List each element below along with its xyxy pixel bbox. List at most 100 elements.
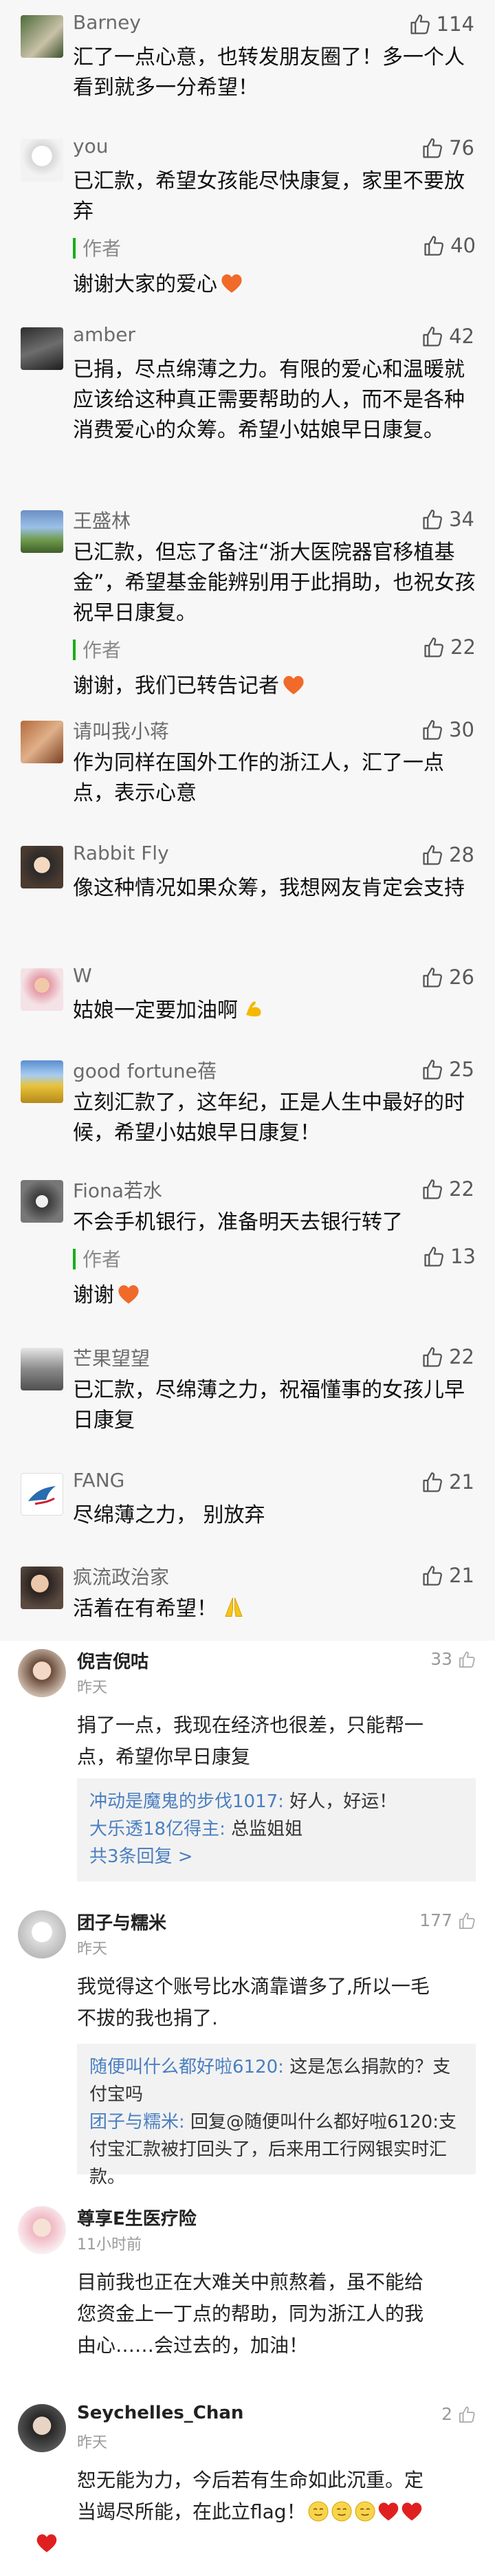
comment-time: 昨天 — [77, 1679, 108, 1696]
thumbs-up-icon — [423, 1245, 446, 1268]
thumbs-up-icon — [421, 507, 445, 531]
avatar[interactable] — [21, 968, 63, 1011]
commenter-name[interactable]: 尊享E生医疗险 — [77, 2205, 197, 2230]
avatar[interactable] — [21, 1348, 63, 1390]
avatar[interactable] — [21, 721, 63, 763]
like-button[interactable]: 33 — [430, 1649, 477, 1669]
comment-item: W 26 姑娘一定要加油啊 — [0, 963, 495, 1032]
avatar[interactable] — [21, 327, 63, 370]
like-button[interactable]: 42 — [421, 325, 474, 348]
reply-line[interactable]: 冲动是魔鬼的步伐1017: 好人，好运！ — [89, 1788, 463, 1815]
like-count: 40 — [450, 234, 476, 257]
like-button[interactable]: 26 — [421, 965, 474, 989]
commenter-name[interactable]: 团子与糯米 — [77, 1909, 166, 1934]
comment-item: amber 42 已捐，尽点绵薄之力。有限的爱心和温暖就应该给这种真正需要帮助的… — [0, 322, 495, 473]
like-count: 22 — [449, 1177, 474, 1201]
comment-text: 姑娘一定要加油啊 — [73, 996, 476, 1026]
avatar[interactable] — [18, 2404, 66, 2452]
like-count: 21 — [449, 1564, 474, 1587]
like-button[interactable]: 40 — [423, 234, 476, 257]
reply-text: 谢谢，我们已转告记者 — [73, 668, 305, 699]
red-heart-icon — [36, 2532, 58, 2554]
like-count: 2 — [441, 2404, 452, 2424]
author-reply-bar — [73, 640, 76, 660]
author-reply-bar — [73, 238, 76, 259]
avatar[interactable] — [21, 1473, 63, 1516]
reply-line[interactable]: 大乐透18亿得主: 总监姐姐 — [89, 1815, 463, 1843]
bird-logo-icon — [28, 1486, 56, 1505]
like-count: 21 — [449, 1470, 474, 1494]
avatar[interactable] — [21, 1567, 63, 1609]
commenter-name[interactable]: 倪吉倪咕 — [77, 1648, 148, 1673]
comment-item: 请叫我小蒋 30 作为同样在国外工作的浙江人，汇了一点点，表示心意 — [0, 715, 495, 811]
like-button[interactable]: 114 — [409, 12, 474, 36]
comment-item: Seychelles_Chan 昨天 2 恕无能为力，今后若有生命如此沉重。定 … — [0, 2396, 495, 2575]
author-label: 作者 — [82, 237, 122, 260]
author-label: 作者 — [82, 639, 122, 662]
commenter-name: 请叫我小蒋 — [73, 720, 170, 743]
like-button[interactable]: 21 — [421, 1470, 474, 1494]
avatar[interactable] — [18, 2206, 66, 2254]
author-reply: 作者 13 谢谢 — [73, 1245, 476, 1307]
comment-item: FANG 21 尽绵薄之力， 别放弃 — [0, 1467, 495, 1536]
comment-text: 作为同样在国外工作的浙江人，汇了一点点，表示心意 — [73, 751, 444, 805]
comment-text: 捐了一点，我现在经济也很差，只能帮一 点，希望你早日康复 — [77, 1714, 424, 1768]
thumbs-up-icon — [421, 325, 445, 348]
reply-line[interactable]: 随便叫什么都好啦6120: 这是怎么捐款的？支付宝吗 — [89, 2053, 463, 2108]
comment-item: 芒果望望 22 已汇款，尽绵薄之力，祝福懂事的女孩儿早日康复 — [0, 1342, 495, 1439]
comment-text: 不会手机银行，准备明天去银行转了 — [73, 1210, 403, 1234]
author-reply: 作者 40 谢谢大家的爱心 — [73, 234, 476, 296]
like-button[interactable]: 76 — [421, 136, 474, 160]
like-button[interactable]: 34 — [421, 507, 474, 531]
like-button[interactable]: 22 — [421, 1345, 474, 1368]
flexed-biceps-icon — [242, 996, 267, 1021]
comment-item: you 76 已汇款，希望女孩能尽快康复，家里不要放弃 作者 40 谢谢大家的爱… — [0, 133, 495, 305]
reply-box: 冲动是魔鬼的步伐1017: 好人，好运！ 大乐透18亿得主: 总监姐姐 共3条回… — [77, 1778, 476, 1881]
like-button[interactable]: 28 — [421, 843, 474, 866]
commenter-name: good fortune蓓 — [73, 1060, 217, 1082]
like-button[interactable]: 21 — [421, 1564, 474, 1587]
avatar[interactable] — [21, 510, 63, 553]
comment-text: 立刻汇款了，这年纪，正是人生中最好的时候，希望小姑娘早日康复！ — [73, 1091, 465, 1145]
thumbs-up-icon — [423, 635, 446, 659]
commenter-name: Barney — [73, 11, 141, 34]
avatar[interactable] — [18, 1649, 66, 1697]
like-button[interactable]: 22 — [423, 635, 476, 659]
reply-text: 谢谢 — [73, 1278, 140, 1308]
more-replies-link[interactable]: 共3条回复 > — [89, 1843, 463, 1870]
like-button[interactable]: 2 — [441, 2404, 477, 2424]
comment-text: 像这种情况如果众筹，我想网友肯定会支持 — [73, 876, 465, 900]
commenter-name[interactable]: Seychelles_Chan — [77, 2403, 243, 2423]
avatar[interactable] — [21, 15, 63, 58]
like-count: 177 — [419, 1910, 452, 1930]
heart-icon — [282, 675, 305, 695]
like-button[interactable]: 22 — [421, 1177, 474, 1201]
comment-item: Fiona若水 22 不会手机银行，准备明天去银行转了 作者 13 谢谢 — [0, 1175, 495, 1319]
avatar[interactable] — [21, 846, 63, 888]
comment-text: 汇了一点心意，也转发朋友圈了！多一个人看到就多一分希望！ — [73, 45, 465, 100]
comment-item: 王盛林 34 已汇款，但忘了备注“浙大医院器官移植基金”，希望基金能辨别用于此捐… — [0, 505, 495, 711]
thumbs-up-icon — [458, 1650, 477, 1669]
like-button[interactable]: 25 — [421, 1058, 474, 1081]
like-button[interactable]: 13 — [423, 1245, 476, 1268]
folded-hands-icon — [221, 1595, 246, 1619]
avatar[interactable] — [21, 139, 63, 182]
reply-line[interactable]: 团子与糯米: 回复@随便叫什么都好啦6120:支付宝汇款被打回头了，后来用工行网… — [89, 2108, 463, 2191]
thumbs-up-icon — [409, 12, 432, 36]
comment-text: 已捐，尽点绵薄之力。有限的爱心和温暖就应该给这种真正需要帮助的人，而不是各种消费… — [73, 358, 465, 442]
red-heart-icon — [377, 2500, 399, 2522]
like-count: 26 — [449, 965, 474, 989]
like-count: 30 — [449, 718, 474, 741]
avatar[interactable] — [21, 1060, 63, 1103]
avatar[interactable] — [18, 1910, 66, 1958]
thumbs-up-icon — [421, 965, 445, 989]
heart-icon — [220, 273, 243, 294]
commenter-name: amber — [73, 323, 135, 346]
comment-time: 昨天 — [77, 2434, 108, 2452]
commenter-name: 王盛林 — [73, 510, 131, 532]
avatar[interactable] — [21, 1180, 63, 1223]
like-button[interactable]: 177 — [419, 1910, 477, 1930]
smiley-icon — [307, 2500, 329, 2522]
like-count: 22 — [449, 1345, 474, 1368]
like-button[interactable]: 30 — [421, 718, 474, 741]
